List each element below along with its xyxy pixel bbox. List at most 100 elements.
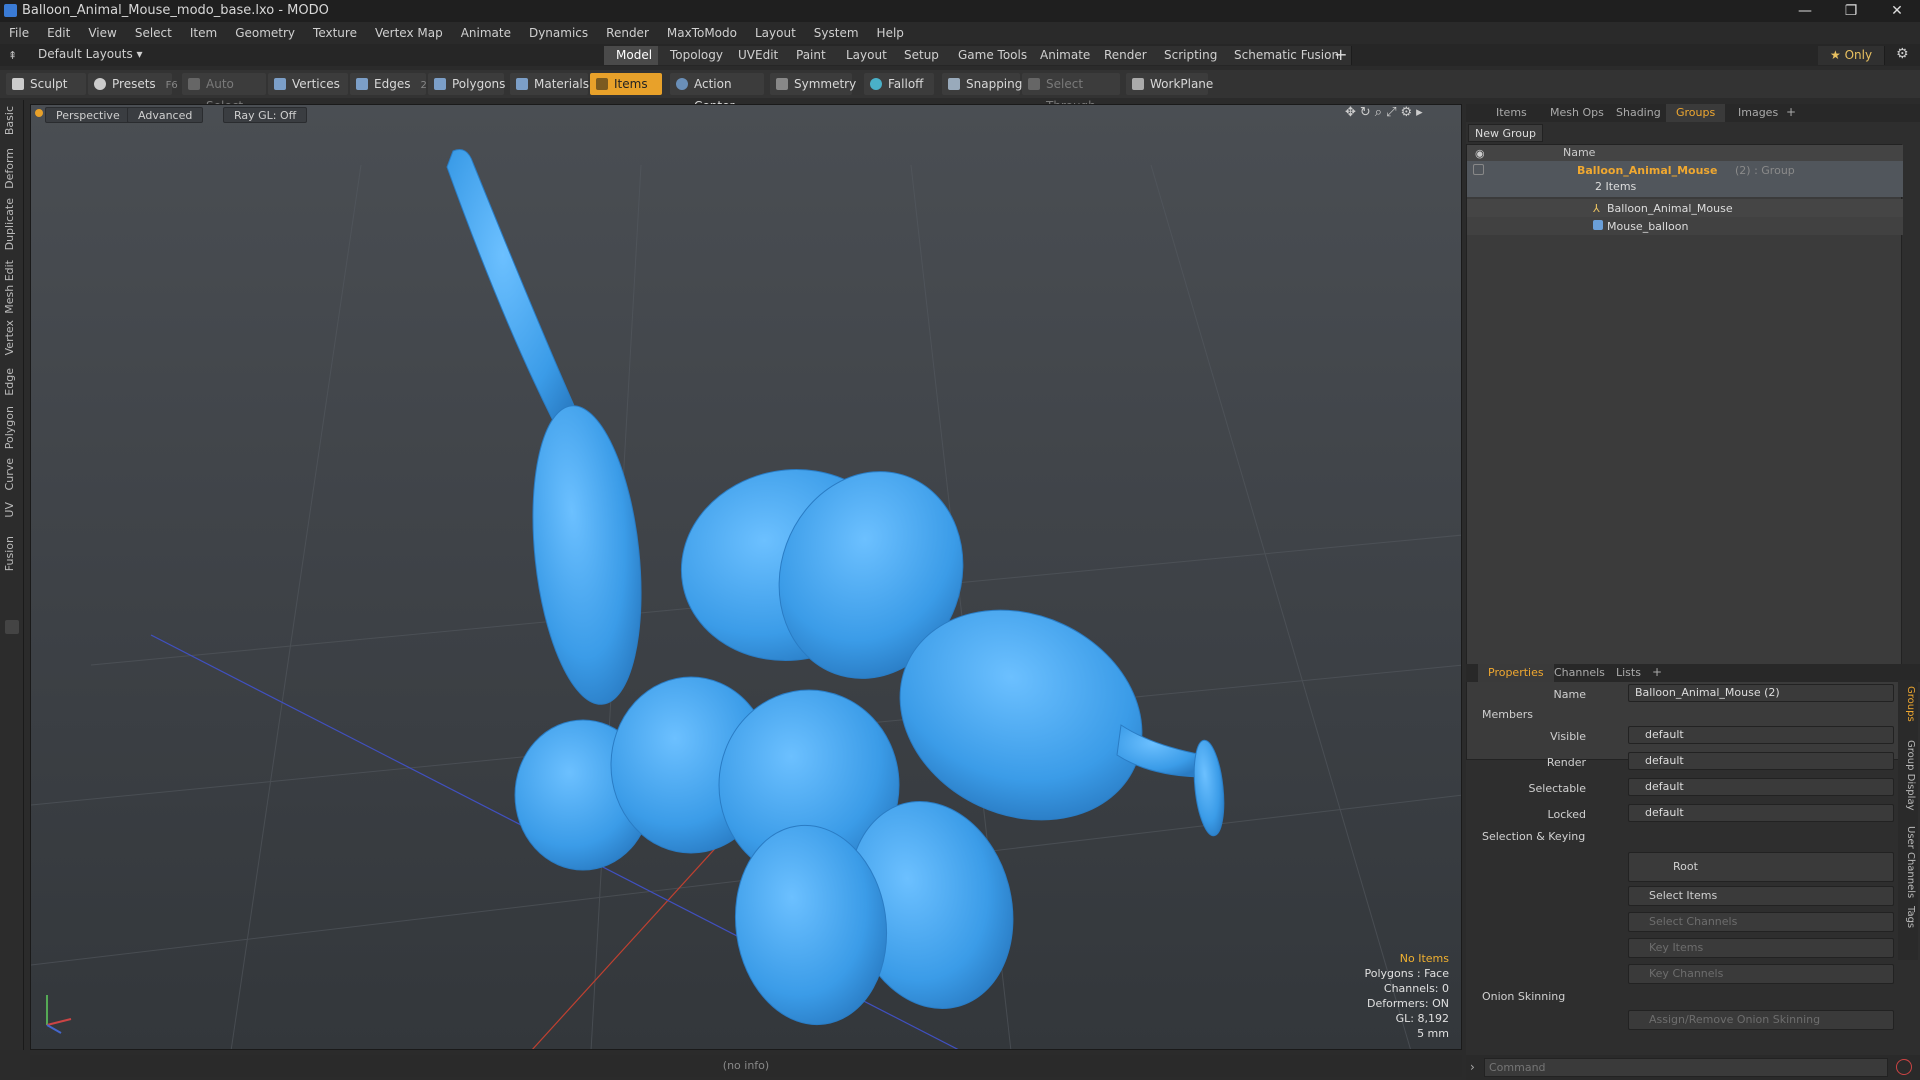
- symmetry-button[interactable]: Symmetry: [770, 73, 856, 95]
- column-name[interactable]: Name: [1563, 146, 1595, 159]
- name-field[interactable]: Balloon_Animal_Mouse (2): [1628, 684, 1894, 702]
- render-select[interactable]: default: [1628, 752, 1894, 770]
- tab-uvedit[interactable]: UVEdit: [726, 46, 792, 65]
- menu-render[interactable]: Render: [597, 22, 658, 44]
- tab-model[interactable]: Model: [604, 46, 666, 65]
- vtab-basic[interactable]: Basic: [3, 106, 21, 135]
- snapping-button[interactable]: Snapping: [942, 73, 1022, 95]
- perspective-dropdown[interactable]: Perspective: [45, 107, 131, 123]
- tab-layout[interactable]: Layout: [834, 46, 900, 65]
- layout-toggle-icon[interactable]: ⇞: [8, 49, 20, 62]
- visible-select[interactable]: default: [1628, 726, 1894, 744]
- tab-setup[interactable]: Setup: [892, 46, 952, 65]
- vtab-curve[interactable]: Curve: [3, 458, 21, 490]
- advanced-dropdown[interactable]: Advanced: [127, 107, 204, 123]
- members-section[interactable]: Members: [1482, 708, 1533, 721]
- select-channels-button[interactable]: Select Channels: [1628, 912, 1894, 932]
- vtab-tags[interactable]: Tags: [1900, 906, 1916, 928]
- only-toggle[interactable]: ★ Only: [1818, 46, 1886, 65]
- menu-maxtomodo[interactable]: MaxToModo: [658, 22, 746, 44]
- menu-animate[interactable]: Animate: [452, 22, 520, 44]
- assign-onion-button[interactable]: Assign/Remove Onion Skinning: [1628, 1010, 1894, 1030]
- action-center-button[interactable]: Action Center: [670, 73, 764, 113]
- vtab-edge[interactable]: Edge: [3, 368, 21, 396]
- raygl-toggle[interactable]: Ray GL: Off: [223, 107, 308, 123]
- tab-images[interactable]: Images: [1728, 104, 1788, 122]
- polygons-button[interactable]: Polygons: [428, 73, 505, 95]
- workplane-button[interactable]: WorkPlane: [1126, 73, 1213, 95]
- vtab-polygon[interactable]: Polygon: [3, 406, 21, 449]
- selection-keying-section[interactable]: Selection & Keying: [1482, 830, 1585, 843]
- vtab-user-channels[interactable]: User Channels: [1900, 826, 1916, 898]
- tab-mesh-ops[interactable]: Mesh Ops: [1540, 104, 1614, 122]
- vertices-button[interactable]: Vertices1: [268, 73, 356, 95]
- vtab-mesh-edit[interactable]: Mesh Edit: [3, 260, 21, 314]
- menu-view[interactable]: View: [79, 22, 125, 44]
- viewport-menu-icon[interactable]: [35, 109, 43, 117]
- key-items-button[interactable]: Key Items: [1628, 938, 1894, 958]
- locked-select[interactable]: default: [1628, 804, 1894, 822]
- falloff-button[interactable]: Falloff: [864, 73, 934, 95]
- menu-layout[interactable]: Layout: [746, 22, 805, 44]
- sculpt-button[interactable]: Sculpt: [6, 73, 86, 95]
- vtab-groups[interactable]: Groups: [1900, 686, 1916, 722]
- menu-texture[interactable]: Texture: [304, 22, 366, 44]
- new-group-button[interactable]: New Group: [1468, 124, 1543, 142]
- list-item[interactable]: Mouse_balloon: [1467, 217, 1903, 235]
- selectable-select[interactable]: default: [1628, 778, 1894, 796]
- vtab-fusion[interactable]: Fusion: [3, 536, 21, 571]
- command-input[interactable]: [1484, 1058, 1888, 1077]
- key-channels-button[interactable]: Key Channels: [1628, 964, 1894, 984]
- menu-help[interactable]: Help: [868, 22, 913, 44]
- menu-dynamics[interactable]: Dynamics: [520, 22, 597, 44]
- tab-lists[interactable]: Lists: [1606, 664, 1651, 682]
- list-item[interactable]: ⅄ Balloon_Animal_Mouse: [1467, 199, 1903, 217]
- tab-channels[interactable]: Channels: [1544, 664, 1615, 682]
- tab-paint[interactable]: Paint: [784, 46, 839, 65]
- menu-system[interactable]: System: [805, 22, 868, 44]
- menu-file[interactable]: File: [0, 22, 38, 44]
- select-through-button[interactable]: Select Through: [1022, 73, 1120, 113]
- collapse-toggle[interactable]: [5, 620, 19, 634]
- visibility-icon[interactable]: [1473, 164, 1484, 175]
- gear-icon[interactable]: ⚙: [1896, 46, 1909, 62]
- tab-items[interactable]: Items: [1486, 104, 1537, 122]
- vtab-duplicate[interactable]: Duplicate: [3, 198, 21, 250]
- vtab-group-display[interactable]: Group Display: [1900, 740, 1916, 810]
- root-button[interactable]: Root: [1628, 852, 1894, 882]
- items-button[interactable]: Items: [590, 73, 662, 95]
- tab-topology[interactable]: Topology: [658, 46, 736, 65]
- viewport-nav-icons[interactable]: ✥↻⌕⤢⚙▸: [1345, 105, 1427, 120]
- group-row[interactable]: Balloon_Animal_Mouse (2) : Group 2 Items: [1467, 161, 1903, 197]
- menu-select[interactable]: Select: [126, 22, 181, 44]
- add-tab-icon[interactable]: +: [1334, 45, 1347, 64]
- tab-render[interactable]: Render: [1092, 46, 1160, 65]
- select-items-button[interactable]: Select Items: [1628, 886, 1894, 906]
- tab-schematic-fusion[interactable]: Schematic Fusion: [1222, 46, 1353, 65]
- presets-button[interactable]: Presets F6: [88, 73, 178, 95]
- close-button[interactable]: ✕: [1874, 0, 1920, 22]
- menu-item[interactable]: Item: [181, 22, 226, 44]
- layouts-dropdown[interactable]: Default Layouts ▾: [38, 47, 143, 61]
- materials-button[interactable]: Materials: [510, 73, 589, 95]
- vtab-vertex[interactable]: Vertex: [3, 320, 21, 355]
- tab-shading[interactable]: Shading: [1606, 104, 1671, 122]
- vtab-uv[interactable]: UV: [3, 502, 21, 518]
- tab-game-tools[interactable]: Game Tools: [946, 46, 1041, 65]
- edges-button[interactable]: Edges 2: [350, 73, 427, 95]
- tab-groups[interactable]: Groups: [1666, 104, 1726, 122]
- vtab-deform[interactable]: Deform: [3, 148, 21, 189]
- 3d-viewport[interactable]: Perspective Advanced Ray GL: Off ✥↻⌕⤢⚙▸ …: [30, 104, 1462, 1050]
- tab-properties[interactable]: Properties: [1478, 664, 1554, 682]
- minimize-button[interactable]: —: [1782, 0, 1828, 22]
- tab-scripting[interactable]: Scripting: [1152, 46, 1231, 65]
- menu-vertex-map[interactable]: Vertex Map: [366, 22, 452, 44]
- restore-button[interactable]: ❐: [1828, 0, 1874, 22]
- add-panel-tab-icon[interactable]: +: [1786, 105, 1796, 119]
- add-props-tab-icon[interactable]: +: [1652, 665, 1662, 679]
- auto-select-button[interactable]: Auto Select: [182, 73, 266, 113]
- menu-edit[interactable]: Edit: [38, 22, 79, 44]
- stop-icon[interactable]: [1896, 1059, 1912, 1075]
- onion-skinning-section[interactable]: Onion Skinning: [1482, 990, 1565, 1003]
- menu-geometry[interactable]: Geometry: [226, 22, 304, 44]
